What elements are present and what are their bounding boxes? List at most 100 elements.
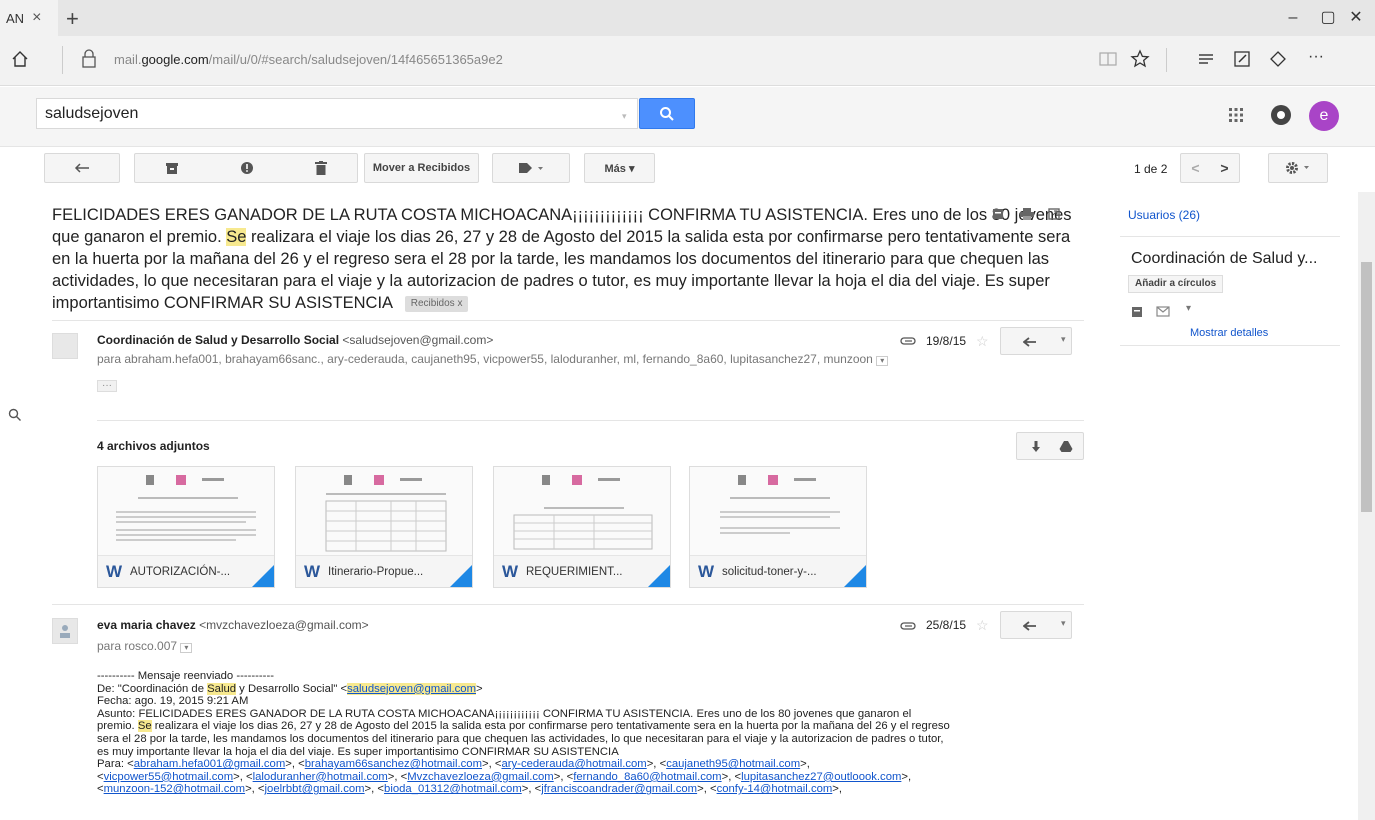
move-to-inbox-button[interactable]: Mover a Recibidos (364, 153, 479, 183)
next-page-icon[interactable]: > (1220, 160, 1228, 176)
gmail-toolbar: Mover a Recibidos Más ▾ 1 de 2 < > (0, 148, 1375, 192)
subject2-a: premio. (97, 720, 138, 733)
hub-icon[interactable] (1196, 49, 1216, 69)
archive-icon[interactable] (165, 161, 179, 175)
close-window-button[interactable]: ✕ (1336, 4, 1375, 32)
attachment-name: solicitud-toner-y-... (722, 566, 817, 578)
scrollbar-thumb[interactable] (1361, 262, 1372, 512)
star-icon[interactable]: ☆ (976, 617, 989, 634)
word-doc-icon: W (304, 562, 321, 581)
to-link[interactable]: ary-cederauda@hotmail.com (501, 758, 646, 770)
reading-view-icon[interactable] (1098, 49, 1118, 69)
inbox-label-chip[interactable]: Recibidos x (404, 295, 469, 312)
message2-recipients: para rosco.007 ▾ (97, 639, 193, 653)
apps-grid-icon[interactable] (1228, 107, 1244, 123)
add-to-circles-button[interactable]: Añadir a círculos (1128, 275, 1224, 293)
labels-button[interactable] (492, 153, 570, 183)
to-link[interactable]: fernando_8a60@hotmail.com (573, 771, 721, 783)
reply-more-icon[interactable]: ▾ (1061, 334, 1066, 345)
search-input[interactable] (36, 98, 638, 129)
forward-to: Para: <abraham.hefa001@gmail.com>, <brah… (97, 758, 810, 771)
print-all-icon[interactable] (992, 208, 1004, 220)
to-link[interactable]: vicpower55@hotmail.com (104, 771, 234, 783)
word-doc-icon: W (502, 562, 519, 581)
from-highlight: Salud (207, 682, 237, 695)
back-button[interactable] (44, 153, 120, 183)
tab-close-icon[interactable]: × (32, 9, 41, 27)
url-field[interactable]: mail.google.com/mail/u/0/#search/saludse… (114, 52, 503, 67)
share-icon[interactable] (1268, 49, 1288, 69)
attachment-corner-fold (448, 563, 472, 587)
account-avatar[interactable]: e (1309, 101, 1339, 131)
delete-icon[interactable] (314, 161, 327, 175)
reply-button[interactable]: ▾ (1000, 327, 1072, 355)
prev-page-icon[interactable]: < (1191, 160, 1199, 176)
attachment-card[interactable]: W solicitud-toner-y-... (689, 466, 867, 588)
users-link[interactable]: Usuarios (26) (1128, 208, 1200, 222)
attachment-card[interactable]: W REQUERIMIENT... (493, 466, 671, 588)
left-search-icon[interactable] (8, 408, 22, 422)
search-button[interactable] (639, 98, 695, 129)
star-icon[interactable]: ☆ (976, 333, 989, 350)
attachment-corner-fold (646, 563, 670, 587)
show-details-dropdown-icon[interactable]: ▾ (876, 356, 889, 366)
favorite-star-icon[interactable] (1130, 49, 1150, 69)
attachment-clip-icon (900, 336, 916, 346)
browser-tab-bar: AN × + – ▢ ✕ (0, 0, 1375, 36)
download-all-icon[interactable] (1031, 440, 1041, 454)
new-tab-button[interactable]: + (66, 6, 79, 32)
settings-button[interactable] (1268, 153, 1328, 183)
gear-icon (1285, 161, 1311, 175)
browser-tab[interactable]: AN × (0, 0, 58, 36)
show-details-link[interactable]: Mostrar detalles (1190, 327, 1268, 339)
more-button[interactable]: Más ▾ (584, 153, 655, 183)
report-spam-icon[interactable] (240, 161, 254, 175)
to-link[interactable]: caujaneth95@hotmail.com (666, 758, 800, 770)
printer-icon[interactable] (1020, 208, 1034, 220)
more-options-icon[interactable]: ··· (1308, 48, 1324, 66)
home-icon[interactable] (10, 49, 30, 69)
to-link[interactable]: confy-14@hotmail.com (717, 783, 833, 795)
new-window-icon[interactable] (1048, 208, 1060, 220)
address-divider (62, 46, 63, 74)
email-icon[interactable] (1156, 306, 1170, 317)
pager-text: 1 de 2 (1134, 162, 1168, 176)
contact-card-icon[interactable] (1131, 306, 1143, 318)
url-path: /mail/u/0/#search/saludsejoven/14f465651… (208, 52, 503, 67)
from-email-link[interactable]: saludsejoven@gmail.com (347, 682, 476, 695)
search-dropdown-icon[interactable]: ▾ (622, 111, 627, 122)
search-icon (659, 106, 675, 122)
save-to-drive-icon[interactable] (1059, 440, 1073, 453)
to-link[interactable]: abraham.hefa001@gmail.com (134, 758, 286, 770)
sender-email: <mvzchavezloeza@gmail.com> (199, 618, 369, 632)
message2-sender[interactable]: eva maria chavez <mvzchavezloeza@gmail.c… (97, 618, 369, 632)
to-link[interactable]: joelrbbt@gmail.com (265, 783, 365, 795)
message1-sender[interactable]: Coordinación de Salud y Desarrollo Socia… (97, 333, 493, 347)
sender-name: eva maria chavez (97, 618, 196, 632)
to-link[interactable]: brahayam66sanchez@hotmail.com (305, 758, 482, 770)
attachment-card[interactable]: W Itinerario-Propue... (295, 466, 473, 588)
to-link[interactable]: Mvzchavezloeza@gmail.com (407, 771, 553, 783)
para-label: Para: (97, 758, 128, 771)
sidebar-divider (1120, 345, 1340, 346)
show-trimmed-content[interactable]: ··· (97, 380, 117, 392)
to-link[interactable]: munzoon-152@hotmail.com (104, 783, 245, 795)
scrollbar[interactable] (1358, 192, 1375, 820)
to-link[interactable]: lupitasanchez27@outloook.com (741, 771, 901, 783)
notifications-icon[interactable] (1270, 104, 1292, 126)
contact-more-icon[interactable]: ▾ (1186, 303, 1191, 314)
to-link[interactable]: laloduranher@hotmail.com (253, 771, 388, 783)
minimize-button[interactable]: – (1273, 4, 1313, 32)
web-note-icon[interactable] (1232, 49, 1252, 69)
attachment-thumbnail (494, 467, 670, 555)
from-prefix: De: "Coordinación de (97, 682, 208, 695)
reply-arrow-icon (1023, 621, 1037, 631)
attachment-card[interactable]: W AUTORIZACIÓN-... (97, 466, 275, 588)
to-link[interactable]: bioda_01312@hotmail.com (384, 783, 522, 795)
reply-button[interactable]: ▾ (1000, 611, 1072, 639)
word-doc-icon: W (698, 562, 715, 581)
show-details-dropdown-icon[interactable]: ▾ (180, 643, 193, 653)
attachment-thumbnail (690, 467, 866, 555)
reply-more-icon[interactable]: ▾ (1061, 618, 1066, 629)
to-link[interactable]: jfranciscoandrader@gmail.com (541, 783, 697, 795)
